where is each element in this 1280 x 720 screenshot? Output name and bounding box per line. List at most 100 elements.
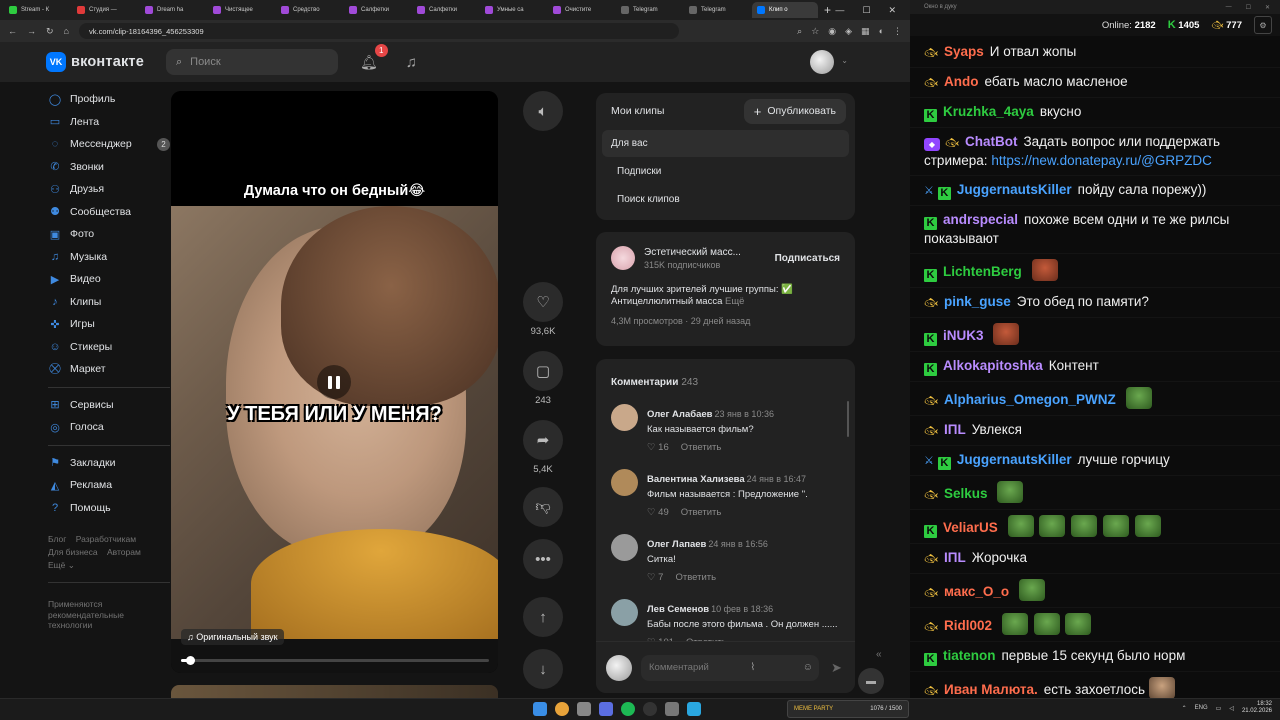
pause-button[interactable] (317, 365, 351, 399)
dislike-button[interactable]: 👎︎ (523, 487, 563, 527)
chat-username[interactable]: Иван Малюта. (944, 682, 1038, 697)
chevron-down-icon[interactable]: ⌄ (841, 56, 848, 65)
profile-icon[interactable]: ◐ (879, 26, 884, 37)
network-icon[interactable]: ▭ (1216, 705, 1222, 712)
chat-username[interactable]: JuggernautsKiller (957, 182, 1072, 197)
chat-username[interactable]: Alkokapitoshka (943, 358, 1043, 373)
app-icon[interactable] (665, 702, 679, 716)
chat-username[interactable]: Ridl002 (944, 618, 992, 633)
sidebar-item-clips[interactable]: ♪ Клипы (48, 291, 170, 314)
chat-username[interactable]: LichtenBerg (943, 264, 1022, 279)
extension-icon[interactable]: ▦ (861, 26, 870, 37)
url-field[interactable]: vk.com/clip-18164396_456253309 (78, 23, 679, 39)
chat-username[interactable]: макс_O_o (944, 584, 1009, 599)
comment-author[interactable]: Лев Семенов (647, 604, 709, 615)
avatar[interactable] (611, 469, 638, 496)
gear-icon[interactable]: ⚙ (1254, 16, 1272, 34)
chat-username[interactable]: Kruzhka_4aya (943, 104, 1034, 119)
sidebar-item-stickers[interactable]: ☺ Стикеры (48, 336, 170, 359)
home-icon[interactable]: ⌂ (64, 26, 69, 36)
maximize-icon[interactable]: ☐ (862, 5, 870, 16)
zoom-icon[interactable]: ⌕ (797, 26, 802, 37)
send-icon[interactable]: ➤ (831, 660, 842, 676)
attach-icon[interactable]: ⌇ (750, 662, 755, 673)
browser-tab[interactable]: Stream - К (4, 2, 70, 18)
chat-username[interactable]: IПL (944, 422, 966, 437)
browser-tab[interactable]: Салфетки (412, 2, 478, 18)
chat-username[interactable]: VeliarUS (943, 520, 998, 535)
start-icon[interactable] (533, 702, 547, 716)
comment-author[interactable]: Олег Лапаев (647, 539, 706, 550)
next-clip-preview[interactable] (171, 685, 498, 698)
show-more-link[interactable]: Ещё (725, 296, 744, 307)
browser-tab[interactable]: Клип о (752, 2, 818, 18)
authors-link[interactable]: Авторам (107, 547, 141, 557)
search-input[interactable]: ⌕ Поиск (165, 49, 338, 75)
close-icon[interactable]: ✕ (1265, 4, 1270, 11)
browser-tab[interactable]: Умные са (480, 2, 546, 18)
next-clip-button[interactable]: ↓ (523, 649, 563, 689)
comment-like-button[interactable]: ♡ 49 (647, 507, 669, 518)
chat-username[interactable]: IПL (944, 550, 966, 565)
chat-username[interactable]: tiatenon (943, 648, 996, 663)
chat-username[interactable]: Selkus (944, 486, 988, 501)
explorer-icon[interactable] (577, 702, 591, 716)
language-indicator[interactable]: ENG (1195, 705, 1208, 711)
sidebar-item-ads[interactable]: ◭ Реклама (48, 474, 170, 497)
music-player-button[interactable]: ♫ (406, 54, 417, 71)
browser-tab[interactable]: Чистящее (208, 2, 274, 18)
sidebar-item-music[interactable]: ♫ Музыка (48, 246, 170, 269)
chrome-icon[interactable] (555, 702, 569, 716)
comment-like-button[interactable]: ♡ 16 (647, 442, 669, 453)
chat-username[interactable]: iNUK3 (943, 328, 984, 343)
reply-button[interactable]: Ответить (681, 442, 722, 453)
forward-icon[interactable]: → (27, 26, 36, 36)
browser-tab[interactable]: Очистите (548, 2, 614, 18)
more-button[interactable]: ••• (523, 539, 563, 579)
sidebar-item-photo[interactable]: ▣ Фото (48, 223, 170, 246)
chat-username[interactable]: Ando (944, 74, 979, 89)
more-link[interactable]: Ещё ⌄ (48, 560, 75, 570)
chat-username[interactable]: ChatBot (965, 134, 1018, 149)
original-sound-label[interactable]: ♫ Оригинальный звук (181, 629, 284, 645)
business-link[interactable]: Для бизнеса (48, 547, 98, 557)
extension-icon[interactable]: ◉ (828, 26, 836, 37)
browser-tab[interactable]: Салфетки (344, 2, 410, 18)
collapse-icon[interactable]: « (876, 649, 882, 660)
steam-icon[interactable] (599, 702, 613, 716)
sidebar-item-communities[interactable]: ⚉ Сообщества (48, 201, 170, 224)
messages-bubble-icon[interactable]: ▬ (858, 668, 884, 694)
chat-username[interactable]: Alpharius_Omegon_PWNZ (944, 392, 1116, 407)
sidebar-item-messenger[interactable]: ◌ Мессенджер 2 (48, 133, 170, 156)
avatar[interactable] (611, 599, 638, 626)
new-tab-button[interactable]: + (824, 3, 831, 17)
sidebar-item-bookmarks[interactable]: ⚑ Закладки (48, 452, 170, 475)
clock[interactable]: 18:32 21.02.2026 (1242, 701, 1272, 715)
menu-icon[interactable]: ⋮ (893, 26, 902, 37)
close-icon[interactable]: ✕ (888, 5, 896, 16)
blog-link[interactable]: Блог (48, 534, 66, 544)
share-button[interactable]: ➦ (523, 420, 563, 460)
extension-icon[interactable]: ◈ (845, 26, 852, 37)
reply-button[interactable]: Ответить (681, 507, 722, 518)
menu-item-subscriptions[interactable]: Подписки (602, 158, 849, 185)
minimize-icon[interactable]: — (835, 5, 844, 16)
sidebar-item-calls[interactable]: ✆ Звонки (48, 156, 170, 179)
previous-clip-button[interactable]: ↑ (523, 597, 563, 637)
sidebar-item-profile[interactable]: ◯ Профиль (48, 88, 170, 111)
maximize-icon[interactable]: ☐ (1246, 4, 1251, 11)
chevron-up-icon[interactable]: ⌃ (1182, 705, 1187, 712)
chat-link[interactable]: https://new.donatepay.ru/@GRPZDC (991, 153, 1212, 168)
browser-tab[interactable]: Telegram (616, 2, 682, 18)
sidebar-item-friends[interactable]: ⚇ Друзья (48, 178, 170, 201)
sidebar-item-games[interactable]: ✜ Игры (48, 313, 170, 336)
browser-tab[interactable]: Студия — (72, 2, 138, 18)
subscribe-button[interactable]: Подписаться (775, 253, 840, 264)
browser-tab[interactable]: Средство (276, 2, 342, 18)
menu-item-for-you[interactable]: Для вас (602, 130, 849, 157)
volume-button[interactable]: 🔈︎ (523, 91, 563, 131)
sidebar-item-video[interactable]: ▶ Видео (48, 268, 170, 291)
sidebar-item-help[interactable]: ? Помощь (48, 497, 170, 520)
chat-username[interactable]: Syaps (944, 44, 984, 59)
meme-party-widget[interactable]: MEME PARTY 1076 / 1500 (787, 700, 909, 718)
